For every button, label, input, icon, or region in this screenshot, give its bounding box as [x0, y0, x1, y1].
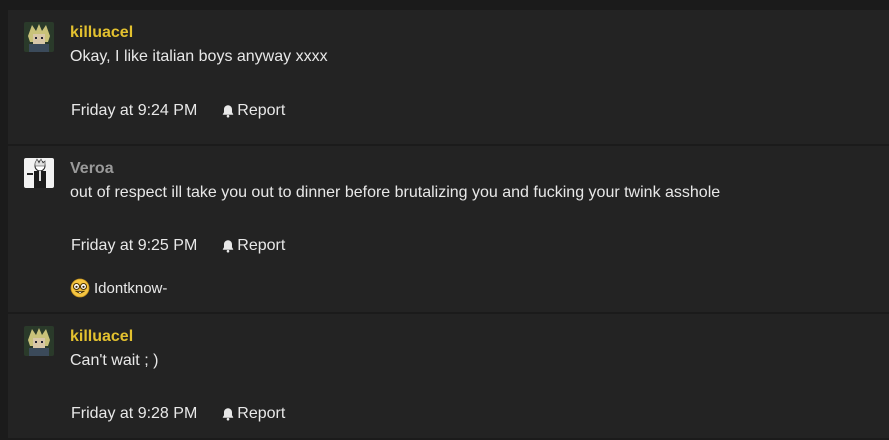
report-button[interactable]: Report — [221, 405, 285, 423]
nerd-emoji-icon — [70, 278, 90, 298]
report-label: Report — [237, 237, 286, 254]
avatar[interactable] — [24, 158, 54, 188]
bell-icon — [223, 240, 234, 253]
timestamp-link[interactable]: Friday at 9:24 PM — [71, 102, 197, 120]
message-text: Okay, I like italian boys anyway xxxx — [70, 48, 328, 65]
avatar[interactable] — [24, 326, 54, 356]
report-button[interactable]: Report — [221, 237, 285, 255]
reaction-user[interactable]: Idontknow- — [94, 280, 167, 297]
bell-icon — [223, 408, 234, 421]
message-text: out of respect ill take you out to dinne… — [70, 184, 721, 201]
username[interactable]: Veroa — [70, 160, 114, 178]
post-footer: Friday at 9:28 PM Report — [71, 405, 285, 423]
message-thread: killuacel Okay, I like italian boys anyw… — [8, 10, 889, 438]
bell-icon — [223, 105, 234, 118]
report-label: Report — [237, 102, 286, 119]
post: Veroa out of respect ill take you out to… — [8, 144, 889, 306]
avatar[interactable] — [24, 22, 54, 52]
post-footer: Friday at 9:24 PM Report — [71, 102, 285, 120]
report-button[interactable]: Report — [221, 102, 285, 120]
post-footer: Friday at 9:25 PM Report — [71, 237, 285, 255]
message-text: Can't wait ; ) — [70, 352, 159, 369]
post: killuacel Can't wait ; ) Friday at 9:28 … — [8, 312, 889, 440]
timestamp-link[interactable]: Friday at 9:28 PM — [71, 405, 197, 423]
reaction-summary[interactable]: Idontknow- — [70, 278, 167, 298]
username[interactable]: killuacel — [70, 24, 133, 42]
timestamp-link[interactable]: Friday at 9:25 PM — [71, 237, 197, 255]
username[interactable]: killuacel — [70, 328, 133, 346]
post: killuacel Okay, I like italian boys anyw… — [8, 10, 889, 142]
report-label: Report — [237, 405, 286, 422]
